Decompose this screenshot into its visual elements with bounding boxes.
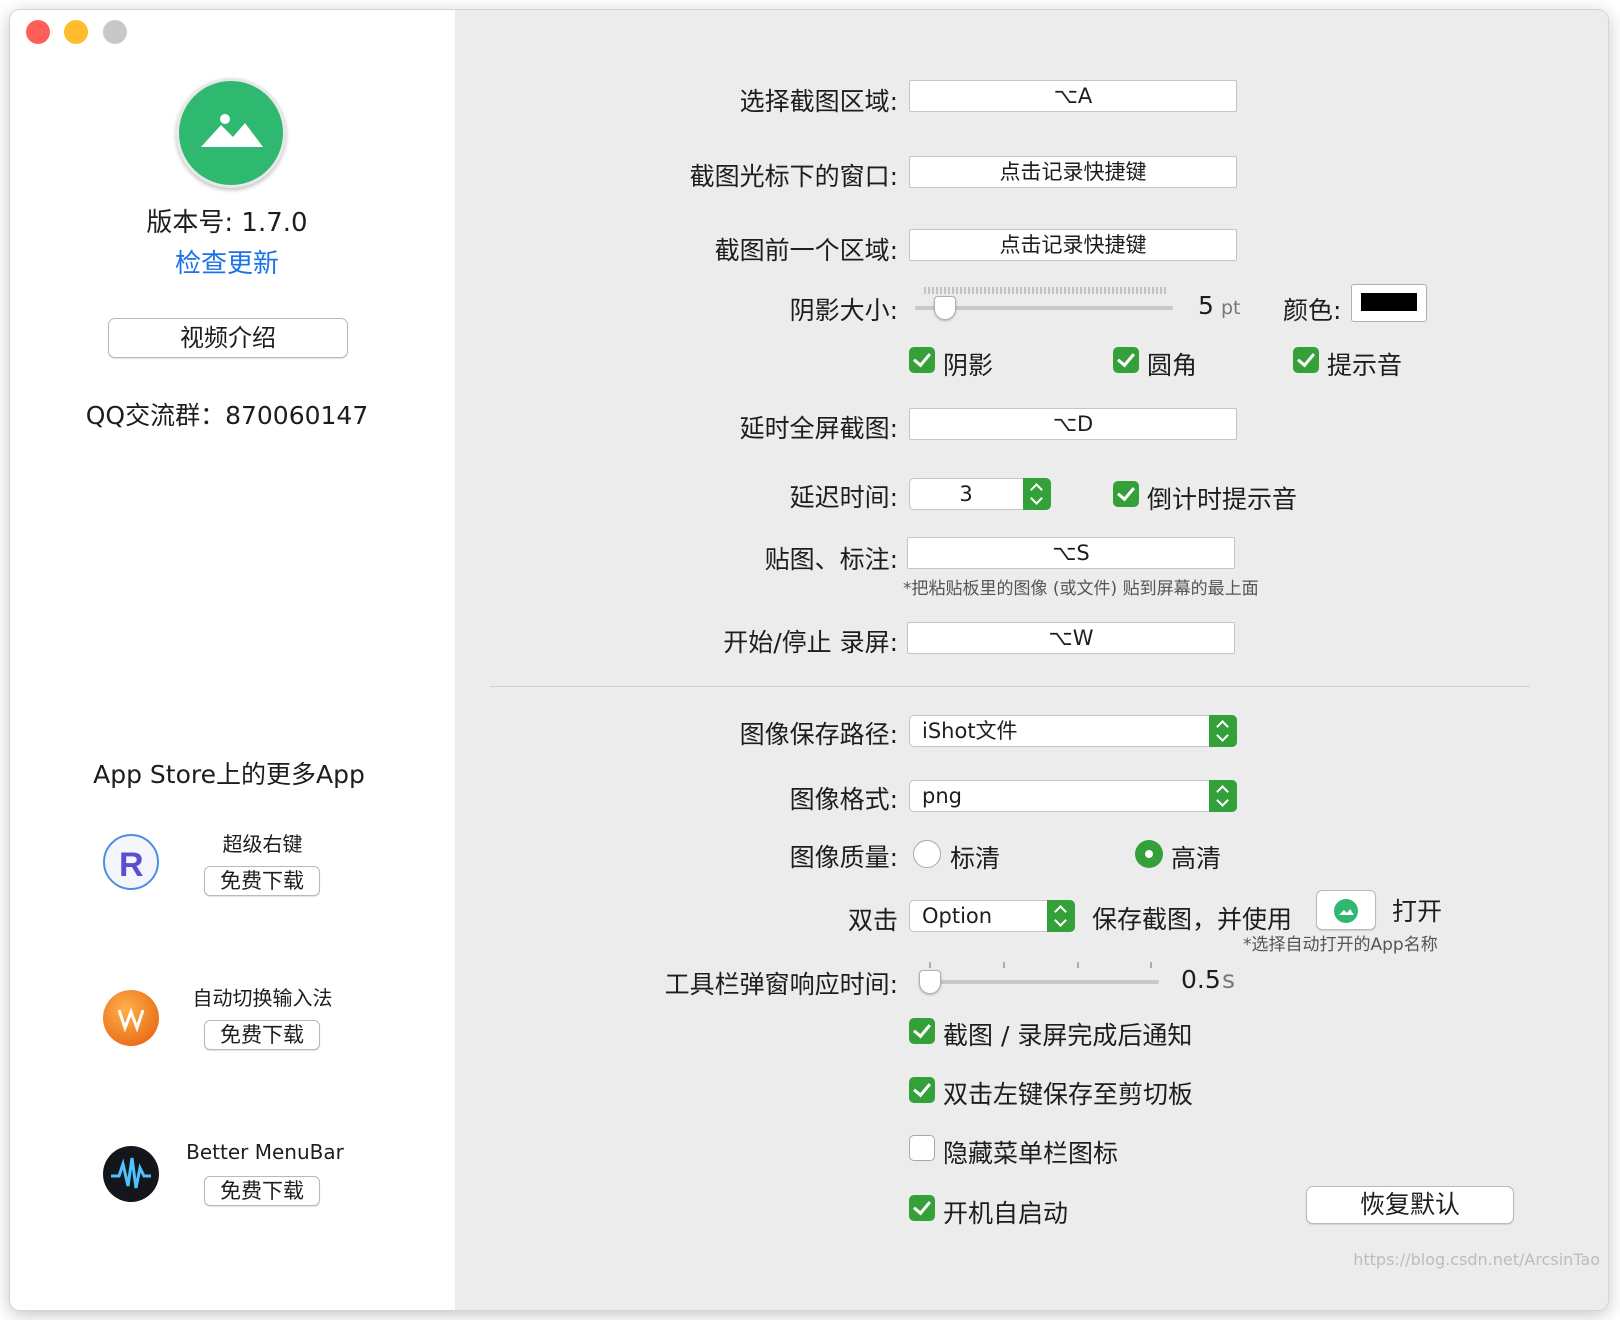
- round-corner-checkbox-label: 圆角: [1147, 351, 1198, 380]
- quality-hd-label: 高清: [1171, 844, 1222, 873]
- open-with-app-button[interactable]: [1316, 890, 1376, 930]
- video-intro-button[interactable]: 视频介绍: [108, 318, 348, 358]
- notify-checkbox[interactable]: [909, 1018, 935, 1044]
- double-click-modifier-select[interactable]: Option: [909, 900, 1075, 932]
- shadow-size-unit: pt: [1221, 297, 1241, 319]
- toolbar-response-slider[interactable]: [919, 960, 1159, 998]
- image-quality-label: 图像质量:: [789, 843, 898, 872]
- toolbar-response-label: 工具栏弹窗响应时间:: [664, 970, 898, 999]
- pin-label: 贴图、标注:: [764, 545, 898, 574]
- delay-time-label: 延迟时间:: [789, 483, 898, 512]
- double-click-modifier-value: Option: [922, 904, 993, 928]
- shadow-checkbox[interactable]: [909, 347, 935, 373]
- color-well[interactable]: [1351, 284, 1427, 322]
- version-text: 版本号: 1.7.0: [146, 208, 308, 238]
- download-button[interactable]: 免费下载: [204, 1176, 320, 1206]
- quality-sd-label: 标清: [950, 844, 1001, 873]
- preferences-window: 版本号: 1.7.0 检查更新 视频介绍 QQ交流群：870060147 App…: [10, 10, 1608, 1310]
- delay-time-value: 3: [959, 482, 973, 506]
- slider-track: [919, 980, 1159, 984]
- hide-menubar-checkbox[interactable]: [909, 1135, 935, 1161]
- toolbar-response-value: 0.5: [1181, 965, 1221, 994]
- app-name: 超级右键: [222, 832, 303, 856]
- sound-checkbox-label: 提示音: [1327, 351, 1403, 380]
- open-app-note: *选择自动打开的App名称: [1243, 935, 1438, 955]
- save-path-label: 图像保存路径:: [739, 720, 898, 749]
- countdown-sound-checkbox-label: 倒计时提示音: [1147, 485, 1298, 514]
- minimize-window-button[interactable]: [64, 20, 88, 44]
- dblclick-clipboard-checkbox[interactable]: [909, 1077, 935, 1103]
- qq-group-text: QQ交流群：870060147: [85, 401, 369, 430]
- auto-input-switch-app-icon[interactable]: [103, 990, 159, 1046]
- app-name: Better MenuBar: [186, 1140, 344, 1164]
- double-click-label: 双击: [847, 906, 898, 935]
- close-window-button[interactable]: [26, 20, 50, 44]
- shadow-size-slider[interactable]: [915, 286, 1173, 324]
- download-button[interactable]: 免费下载: [204, 866, 320, 896]
- popup-arrows-icon[interactable]: [1209, 715, 1237, 747]
- select-area-label: 选择截图区域:: [739, 87, 898, 116]
- super-right-click-app-icon[interactable]: R: [103, 834, 159, 890]
- image-format-select[interactable]: png: [909, 780, 1237, 812]
- delay-fullscreen-label: 延时全屏截图:: [739, 414, 898, 443]
- autostart-checkbox[interactable]: [909, 1195, 935, 1221]
- watermark: https://blog.csdn.net/ArcsinTao: [1353, 1250, 1600, 1269]
- download-button[interactable]: 免费下载: [204, 1020, 320, 1050]
- shadow-checkbox-label: 阴影: [943, 351, 994, 380]
- save-path-value: iShot文件: [922, 719, 1018, 743]
- zoom-window-button[interactable]: [103, 20, 127, 44]
- stepper-arrows-icon[interactable]: [1023, 478, 1051, 510]
- record-label: 开始/停止 录屏:: [723, 628, 898, 657]
- dblclick-clipboard-checkbox-label: 双击左键保存至剪切板: [943, 1080, 1194, 1109]
- prev-area-shortcut-field[interactable]: 点击记录快捷键: [909, 229, 1237, 261]
- delay-fullscreen-shortcut-field[interactable]: ⌥D: [909, 408, 1237, 440]
- round-corner-checkbox[interactable]: [1113, 347, 1139, 373]
- shadow-size-value: 5: [1198, 291, 1214, 320]
- notify-checkbox-label: 截图 / 录屏完成后通知: [943, 1021, 1193, 1050]
- quality-sd-radio[interactable]: [913, 840, 941, 868]
- app-name: 自动切换输入法: [192, 986, 333, 1010]
- select-area-shortcut-field[interactable]: ⌥A: [909, 80, 1237, 112]
- popup-arrows-icon[interactable]: [1209, 780, 1237, 812]
- delay-time-stepper[interactable]: 3: [909, 478, 1051, 510]
- countdown-sound-checkbox[interactable]: [1113, 481, 1139, 507]
- more-apps-title: App Store上的更多App: [93, 760, 365, 789]
- slider-knob[interactable]: [934, 296, 956, 320]
- pin-shortcut-field[interactable]: ⌥S: [907, 537, 1235, 569]
- svg-text:R: R: [119, 846, 144, 884]
- pin-note: *把粘贴板里的图像 (或文件) 贴到屏幕的最上面: [903, 579, 1259, 599]
- slider-ticks: [929, 962, 1152, 968]
- sidebar: 版本号: 1.7.0 检查更新 视频介绍 QQ交流群：870060147 App…: [10, 10, 455, 1310]
- section-divider: [490, 686, 1530, 687]
- autostart-checkbox-label: 开机自启动: [943, 1199, 1069, 1228]
- prev-area-shortcut-label: 截图前一个区域:: [714, 236, 898, 265]
- slider-ticks: [924, 287, 1166, 294]
- check-update-link[interactable]: 检查更新: [10, 243, 444, 280]
- color-swatch: [1361, 293, 1417, 311]
- save-path-select[interactable]: iShot文件: [909, 715, 1237, 747]
- image-format-value: png: [922, 784, 962, 808]
- popup-arrows-icon[interactable]: [1047, 900, 1075, 932]
- open-label: 打开: [1392, 897, 1443, 926]
- better-menubar-app-icon[interactable]: [103, 1146, 159, 1202]
- window-shortcut-field[interactable]: 点击记录快捷键: [909, 156, 1237, 188]
- settings-panel: 选择截图区域: ⌥A 截图光标下的窗口: 点击记录快捷键 截图前一个区域: 点击…: [455, 10, 1608, 1310]
- hide-menubar-checkbox-label: 隐藏菜单栏图标: [943, 1139, 1119, 1168]
- window-shortcut-label: 截图光标下的窗口:: [689, 162, 898, 191]
- record-shortcut-field[interactable]: ⌥W: [907, 622, 1235, 654]
- color-label: 颜色:: [1283, 296, 1342, 325]
- sound-checkbox[interactable]: [1293, 347, 1319, 373]
- toolbar-response-unit: s: [1222, 965, 1236, 994]
- ishot-app-icon: [1334, 899, 1358, 923]
- restore-defaults-button[interactable]: 恢复默认: [1306, 1186, 1514, 1224]
- app-logo-icon: [176, 78, 286, 188]
- quality-hd-radio[interactable]: [1135, 840, 1163, 868]
- slider-knob[interactable]: [919, 970, 941, 994]
- image-format-label: 图像格式:: [789, 785, 898, 814]
- shadow-size-label: 阴影大小:: [789, 296, 898, 325]
